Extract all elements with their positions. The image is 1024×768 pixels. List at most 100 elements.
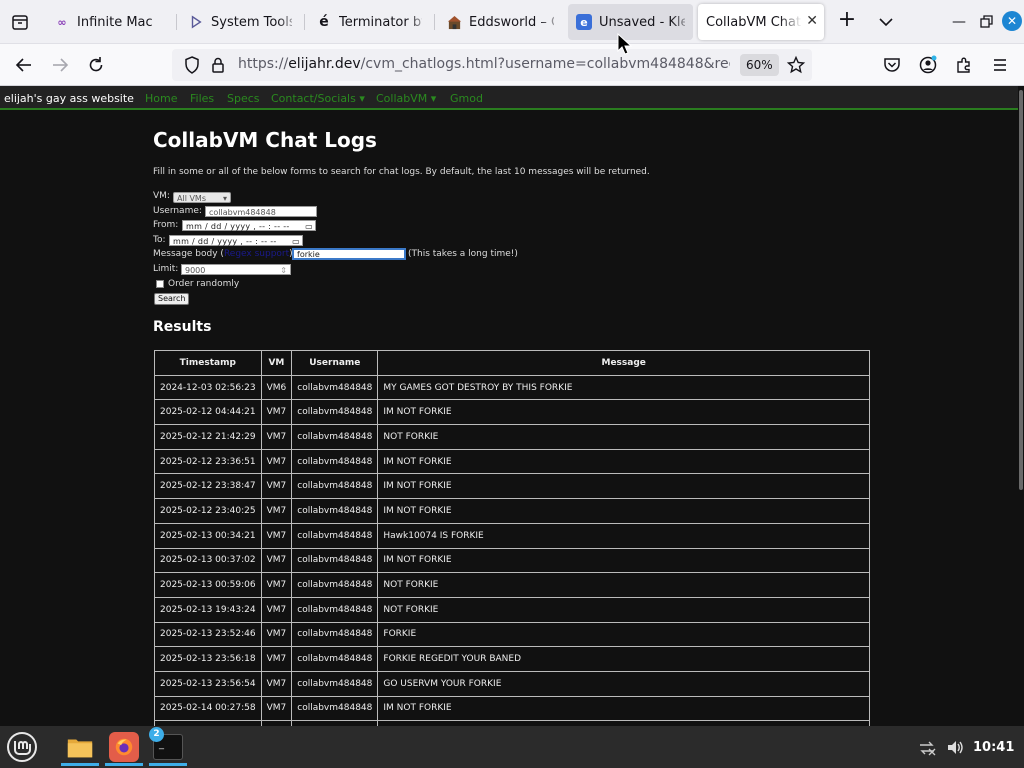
- volume-icon[interactable]: [946, 739, 964, 756]
- linux-mint-menu-icon: [7, 732, 37, 762]
- firefox-icon: [115, 738, 133, 756]
- nav-gmod-link[interactable]: Gmod: [450, 92, 483, 105]
- cell-timestamp: 2025-02-12 04:44:21: [154, 399, 262, 426]
- navigation-toolbar: https://elijahr.dev/cvm_chatlogs.html?us…: [0, 44, 1024, 86]
- terminal-app-button[interactable]: _ 2: [149, 727, 187, 766]
- nav-specs-link[interactable]: Specs: [227, 92, 260, 105]
- cell-vm: VM7: [260, 473, 293, 500]
- message-note: (This takes a long time!): [408, 249, 518, 259]
- column-header-username: Username: [291, 350, 379, 376]
- table-row: 2025-02-13 23:56:18 VM7 collabvm484848 FORK…: [154, 646, 870, 672]
- clock[interactable]: 10:41: [973, 740, 1014, 755]
- search-button[interactable]: Search: [154, 293, 190, 305]
- tab-collabvm-chat[interactable]: CollabVM Chat ✕: [698, 4, 824, 40]
- cell-message: Hawk10074 IS FORKIE: [377, 522, 870, 549]
- back-arrow-icon[interactable]: [14, 55, 34, 75]
- cell-username: collabvm484848: [291, 670, 379, 697]
- cell-vm: VM7: [260, 596, 293, 623]
- hamburger-menu-icon[interactable]: [990, 55, 1010, 75]
- cell-vm: VM7: [260, 399, 293, 426]
- cell-message: IM NOT FORKIE: [377, 547, 870, 574]
- table-row: 2025-02-12 21:42:29 VM7 collabvm484848 NOT …: [154, 424, 870, 450]
- cell-username: collabvm484848: [291, 498, 379, 524]
- to-datetime-input[interactable]: mm / dd / yyyy , -- : -- -- ▭: [169, 235, 303, 246]
- cell-username: collabvm484848: [291, 596, 379, 623]
- pocket-icon[interactable]: [882, 55, 902, 75]
- cell-message: NOT FORKIE: [377, 596, 870, 623]
- tab-infinite-mac[interactable]: ∞ Infinite Mac: [46, 4, 172, 40]
- nav-contact-socials-link[interactable]: Contact/Socials ▾: [271, 92, 365, 105]
- cell-username: collabvm484848: [291, 424, 379, 450]
- message-body-input[interactable]: forkie: [292, 248, 406, 260]
- cell-timestamp: 2025-02-12 23:40:25: [154, 498, 262, 524]
- order-randomly-checkbox[interactable]: [156, 280, 164, 288]
- nav-collabvm-link[interactable]: CollabVM ▾: [376, 92, 436, 105]
- bookmark-star-icon[interactable]: [786, 55, 806, 75]
- cell-username: collabvm484848: [291, 473, 379, 500]
- calendar-icon[interactable]: ▭: [292, 236, 300, 247]
- folder-icon: [67, 739, 93, 758]
- page-content: elijah's gay ass website Home Files Spec…: [0, 86, 1018, 726]
- cell-message: IM NOT FORKIE: [377, 695, 870, 722]
- restore-window-icon[interactable]: [976, 12, 996, 32]
- taskbar: _ 2 10:41: [0, 726, 1024, 768]
- page-title: CollabVM Chat Logs: [153, 128, 377, 152]
- cell-username: collabvm484848: [291, 374, 379, 401]
- cell-vm: VM7: [260, 621, 293, 648]
- play-favicon-icon: [188, 14, 204, 30]
- dropdown-arrow-icon: ▾: [222, 194, 227, 203]
- close-window-icon[interactable]: ✕: [1002, 11, 1022, 31]
- cell-timestamp: 2025-02-13 23:52:46: [154, 621, 262, 648]
- extensions-puzzle-icon[interactable]: [954, 55, 974, 75]
- cell-timestamp: 2025-02-12 23:38:47: [154, 473, 262, 500]
- username-input[interactable]: collabvm484848: [205, 206, 317, 217]
- site-brand[interactable]: elijah's gay ass website: [4, 92, 134, 105]
- minimize-window-icon[interactable]: —: [949, 12, 969, 32]
- column-header-timestamp: Timestamp: [154, 350, 262, 376]
- chevron-down-icon[interactable]: [876, 12, 896, 32]
- results-heading: Results: [153, 319, 212, 335]
- nav-home-link[interactable]: Home: [145, 92, 177, 105]
- shield-icon[interactable]: [182, 55, 202, 75]
- to-row: To:: [153, 234, 166, 247]
- window-count-badge: 2: [149, 727, 164, 742]
- tab-bar: ∞ Infinite Mac System Tools · é Terminat…: [0, 0, 1024, 44]
- tab-eddsworld[interactable]: Eddsworld – C: [438, 4, 562, 40]
- regex-support-link[interactable]: Regex support: [224, 249, 289, 259]
- address-bar[interactable]: https://elijahr.dev/cvm_chatlogs.html?us…: [172, 49, 812, 81]
- from-datetime-input[interactable]: mm / dd / yyyy , -- : -- -- ▭: [182, 220, 316, 231]
- cell-message: NOT FORKIE: [377, 424, 870, 450]
- limit-number-input[interactable]: 9000 ⇕: [181, 264, 291, 275]
- cell-vm: VM7: [260, 424, 293, 450]
- username-row: Username:: [153, 205, 202, 218]
- spinner-icon[interactable]: ⇕: [280, 265, 287, 276]
- scrollbar-thumb[interactable]: [1019, 90, 1023, 490]
- cell-message: FORKIE: [377, 621, 870, 648]
- vm-row: VM:: [153, 190, 170, 203]
- vm-label: VM:: [153, 191, 170, 201]
- cell-timestamp: 2025-02-13 00:34:21: [154, 522, 262, 549]
- nav-files-link[interactable]: Files: [190, 92, 214, 105]
- lock-icon[interactable]: [208, 55, 228, 75]
- from-label: From:: [153, 220, 179, 230]
- page-scrollbar[interactable]: [1018, 86, 1024, 726]
- tab-system-tools[interactable]: System Tools ·: [180, 4, 300, 40]
- calendar-icon[interactable]: ▭: [305, 221, 313, 232]
- table-row: 2025-02-12 04:44:21 VM7 collabvm484848 IM N…: [154, 399, 870, 426]
- account-icon[interactable]: [918, 55, 938, 75]
- tab-title: Infinite Mac: [77, 14, 153, 30]
- firefox-app-button[interactable]: [105, 728, 143, 766]
- zoom-level-button[interactable]: 60%: [740, 54, 779, 76]
- table-row: 2025-02-12 23:38:47 VM7 collabvm484848 IM N…: [154, 473, 870, 500]
- reload-icon[interactable]: [86, 55, 106, 75]
- close-tab-icon[interactable]: ✕: [806, 13, 818, 29]
- files-app-button[interactable]: [61, 728, 99, 766]
- tab-terminator[interactable]: é Terminator by: [308, 4, 430, 40]
- new-tab-button[interactable]: +: [836, 9, 858, 32]
- vm-select[interactable]: All VMs ▾: [173, 192, 231, 203]
- firefox-view-icon[interactable]: [10, 12, 30, 32]
- url-text[interactable]: https://elijahr.dev/cvm_chatlogs.html?us…: [238, 56, 730, 72]
- forward-arrow-icon[interactable]: [50, 55, 70, 75]
- start-menu-button[interactable]: [3, 728, 41, 766]
- network-disconnected-icon[interactable]: [918, 740, 936, 756]
